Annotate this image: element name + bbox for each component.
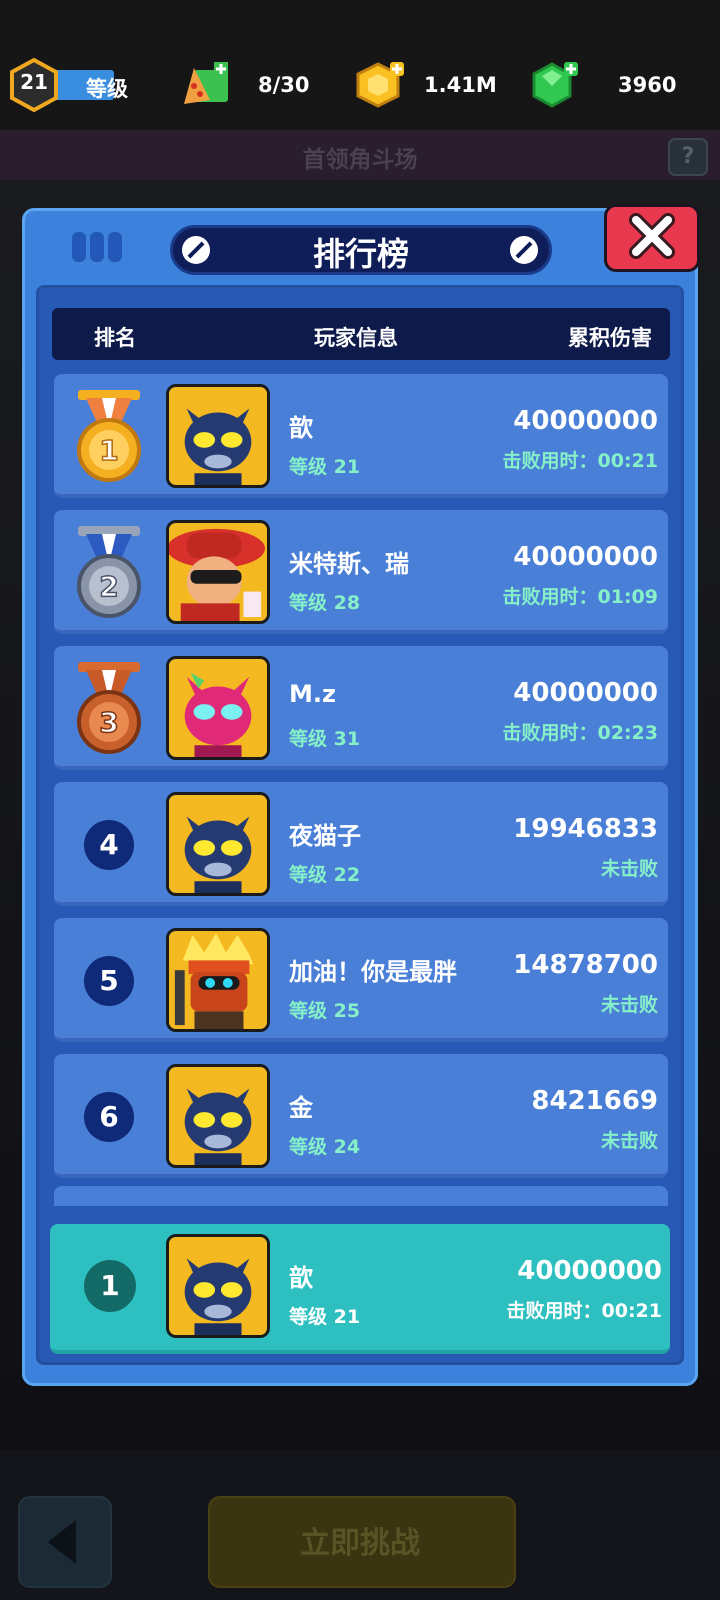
player-level: 等级 24: [289, 1136, 361, 1158]
header-rank: 排名: [94, 326, 136, 350]
gold-medal-icon: 1: [77, 390, 141, 482]
player-level: 等级 21: [289, 456, 361, 478]
my-rank-number: 1: [84, 1260, 136, 1312]
player-level: 等级 22: [289, 864, 361, 886]
player-damage: 40000000: [513, 678, 658, 708]
pizza-stamina-icon: [184, 62, 228, 104]
player-damage: 40000000: [513, 542, 658, 572]
help-button[interactable]: ?: [668, 138, 708, 176]
leaderboard-row[interactable]: [54, 646, 668, 770]
leaderboard-row[interactable]: [54, 782, 668, 906]
player-name: M.z: [289, 680, 336, 708]
my-level: 等级 21: [289, 1306, 361, 1328]
gold-coin-icon: [356, 62, 404, 108]
back-button[interactable]: [18, 1496, 112, 1588]
leaderboard-row[interactable]: [54, 374, 668, 498]
svg-text:3: 3: [99, 706, 118, 739]
player-avatar[interactable]: [166, 384, 270, 488]
my-damage: 40000000: [517, 1256, 662, 1286]
challenge-button-label: 立即挑战: [300, 1526, 420, 1561]
stamina-value: 8/30: [258, 73, 310, 97]
player-damage: 8421669: [531, 1086, 658, 1116]
player-level: 等级 31: [289, 728, 361, 750]
rank-number: 6: [84, 1092, 134, 1142]
player-name: 金: [289, 1094, 313, 1122]
arena-title: 首领角斗场: [302, 147, 418, 173]
player-damage: 14878700: [513, 950, 658, 980]
leaderboard-row-partial[interactable]: [54, 1186, 668, 1206]
green-gem-icon: [532, 62, 578, 108]
player-avatar[interactable]: [166, 656, 270, 760]
player-damage: 19946833: [513, 814, 658, 844]
player-avatar[interactable]: [166, 1064, 270, 1168]
svg-text:2: 2: [99, 570, 118, 603]
player-status: 未击败: [600, 994, 658, 1016]
my-status: 击败用时：00:21: [506, 1300, 662, 1322]
level-label: 等级: [86, 77, 128, 101]
player-status: 未击败: [600, 1130, 658, 1152]
player-avatar[interactable]: [166, 792, 270, 896]
header-damage: 累积伤害: [568, 326, 652, 350]
player-name: 米特斯、瑞: [289, 550, 409, 578]
player-damage: 40000000: [513, 406, 658, 436]
panel-decoration: [72, 232, 126, 266]
rank-number: 5: [84, 956, 134, 1006]
rank-number: 4: [84, 820, 134, 870]
leaderboard-row[interactable]: [54, 1054, 668, 1178]
gem-value: 3960: [618, 73, 677, 97]
header-player-info: 玩家信息: [314, 326, 398, 350]
my-name: 歆: [289, 1264, 313, 1292]
player-status: 未击败: [600, 858, 658, 880]
my-avatar[interactable]: [166, 1234, 270, 1338]
player-avatar[interactable]: [166, 928, 270, 1032]
svg-text:1: 1: [99, 434, 118, 467]
my-rank-row[interactable]: [50, 1224, 670, 1354]
player-level: 等级 25: [289, 1000, 361, 1022]
silver-medal-icon: 2: [77, 526, 141, 618]
gold-value: 1.41M: [424, 73, 497, 97]
close-icon: [629, 213, 675, 259]
player-name: 夜猫子: [289, 822, 361, 850]
level-number: 21: [20, 70, 48, 94]
player-status: 击败用时：00:21: [502, 450, 658, 472]
leaderboard-title: 排行榜: [312, 235, 409, 273]
player-status: 击败用时：02:23: [502, 722, 658, 744]
player-name: 歆: [289, 414, 313, 442]
player-avatar[interactable]: [166, 520, 270, 624]
back-arrow-icon: [48, 1520, 76, 1564]
player-name: 加油！你是最胖: [289, 958, 457, 986]
player-status: 击败用时：01:09: [502, 586, 658, 608]
player-level: 等级 28: [289, 592, 361, 614]
bronze-medal-icon: 3: [77, 662, 141, 754]
